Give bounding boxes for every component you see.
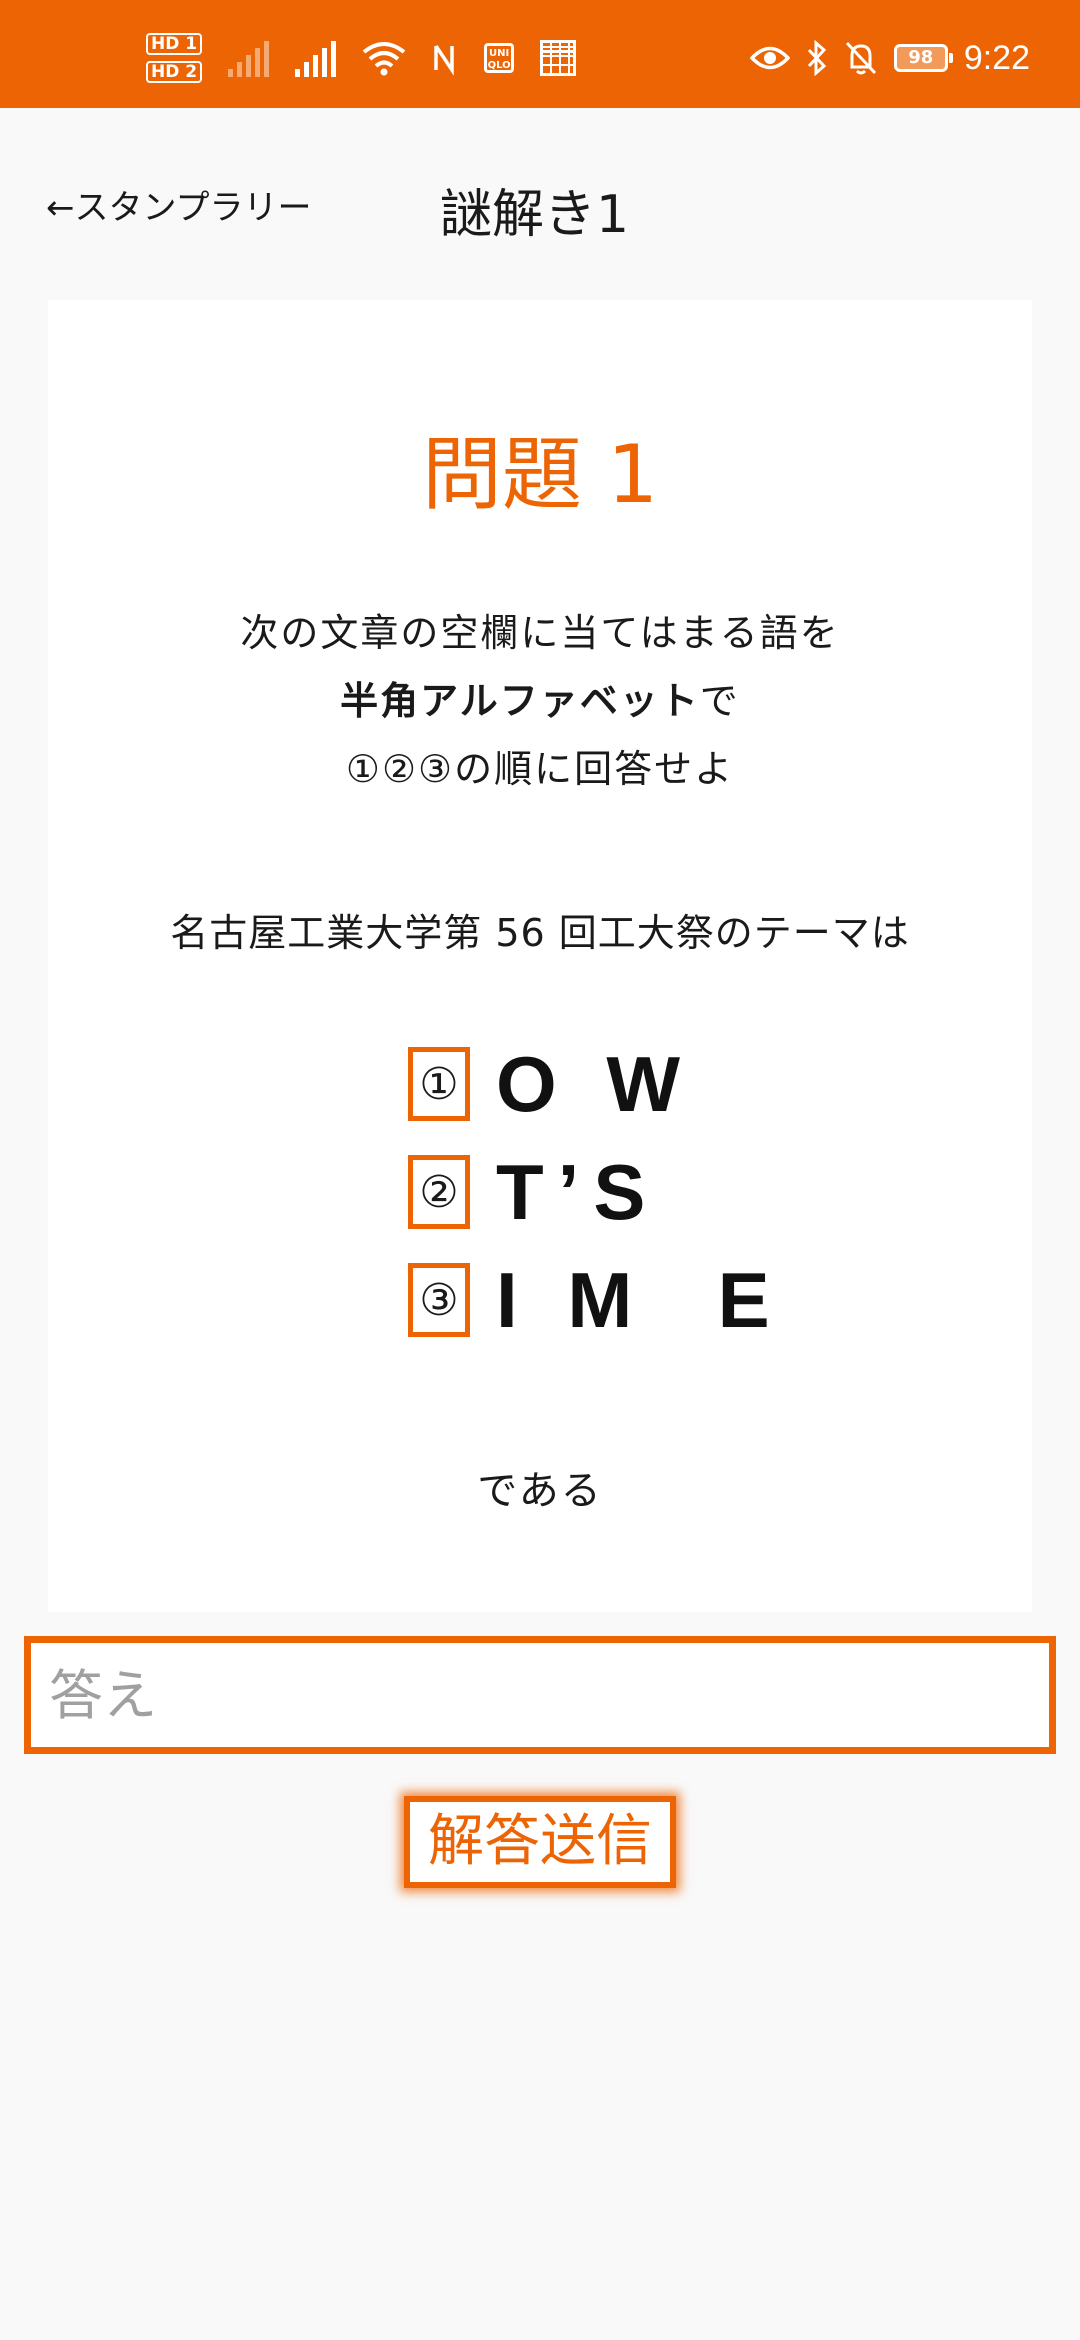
hd-voice-icon: HD 1 HD 2 bbox=[146, 33, 203, 83]
instruction-bold-text: 半角アルファベット bbox=[340, 679, 700, 723]
blank-marker-1: ① bbox=[408, 1047, 470, 1121]
bell-off-icon bbox=[844, 40, 878, 76]
blank-word-3: I M E bbox=[496, 1255, 784, 1344]
page-title: 謎解き1 bbox=[440, 185, 630, 245]
instruction-line-3: ①②③の順に回答せよ bbox=[345, 747, 735, 791]
calendar-icon bbox=[540, 40, 577, 76]
instruction-line-2-rest: で bbox=[699, 679, 740, 723]
blank-row-3: ③ I M E bbox=[408, 1256, 784, 1344]
blank-row-1: ① O W bbox=[408, 1040, 694, 1128]
status-clock: 9:22 bbox=[963, 38, 1030, 77]
answer-input[interactable] bbox=[24, 1636, 1056, 1754]
signal-sim1-icon bbox=[228, 39, 270, 77]
blank-marker-2: ② bbox=[408, 1155, 470, 1229]
back-to-stamp-rally-link[interactable]: ←スタンプラリー bbox=[46, 180, 311, 229]
theme-sentence: 名古屋工業大学第 56 回工大祭のテーマは bbox=[170, 911, 910, 955]
signal-sim2-icon bbox=[295, 39, 337, 77]
eye-icon bbox=[749, 43, 790, 73]
closing-text: である bbox=[477, 1468, 603, 1514]
hd2-label: HD 2 bbox=[146, 61, 203, 83]
status-bar: HD 1 HD 2 UNI QLO 98 9:22 bbox=[0, 0, 1080, 108]
wifi-icon bbox=[362, 40, 406, 76]
battery-icon: 98 bbox=[893, 44, 953, 72]
hd1-label: HD 1 bbox=[146, 33, 203, 55]
blank-word-2: T’S bbox=[496, 1147, 660, 1236]
nfc-icon bbox=[432, 40, 458, 76]
bluetooth-icon bbox=[806, 40, 828, 76]
question-card: 問題 1 次の文章の空欄に当てはまる語を 半角アルファベットで ①②③の順に回答… bbox=[48, 300, 1032, 1612]
blank-row-2: ② T’S bbox=[408, 1148, 659, 1236]
uniqlo-app-icon: UNI QLO bbox=[484, 43, 515, 73]
blank-word-1: O W bbox=[496, 1039, 694, 1128]
question-title: 問題 1 bbox=[421, 428, 659, 521]
instruction-line-1: 次の文章の空欄に当てはまる語を bbox=[240, 611, 840, 655]
blank-marker-3: ③ bbox=[408, 1263, 470, 1337]
instruction-line-2: 半角アルファベットで bbox=[48, 670, 1032, 725]
submit-answer-button[interactable]: 解答送信 bbox=[404, 1796, 676, 1888]
